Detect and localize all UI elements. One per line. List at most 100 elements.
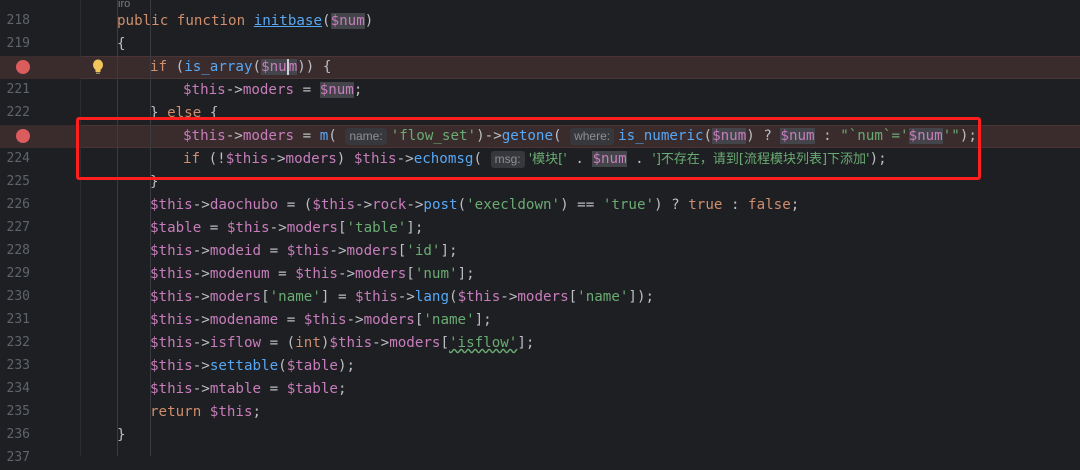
property: moders xyxy=(517,289,569,305)
variable: $table xyxy=(286,381,338,397)
string: 'id' xyxy=(406,243,441,259)
lightbulb-icon[interactable] xyxy=(92,59,104,75)
variable-cursor-b: m xyxy=(286,59,298,75)
function-call: is_array xyxy=(184,59,253,75)
line-number: 237 xyxy=(6,450,30,465)
code-editor[interactable]: iro 218 public function initbase($num) 2… xyxy=(0,0,1080,465)
code-line[interactable]: 221 $this->moders = $num; xyxy=(0,79,1080,102)
code-line[interactable]: 234 $this->mtable = $table; xyxy=(0,378,1080,401)
property: moders xyxy=(346,243,398,259)
function-call: settable xyxy=(209,358,279,374)
code-line[interactable]: 229 $this->modenum = $this->moders['num'… xyxy=(0,263,1080,286)
variable: $this xyxy=(286,243,330,259)
function-call: post xyxy=(423,197,458,213)
function-name: initbase xyxy=(253,13,323,29)
keyword: public xyxy=(117,13,169,29)
property: isflow xyxy=(209,335,262,351)
line-number: 225 xyxy=(6,174,30,189)
variable: $num xyxy=(319,82,354,98)
keyword: int xyxy=(295,335,321,351)
keyword: return xyxy=(150,404,202,420)
line-number: 218 xyxy=(6,13,30,28)
string: 'isflow' xyxy=(449,335,518,351)
line-number: 231 xyxy=(6,312,30,327)
variable: $this xyxy=(150,197,193,213)
breakpoint-icon[interactable] xyxy=(16,129,30,143)
property: rock xyxy=(372,197,407,213)
line-number: 221 xyxy=(6,82,30,97)
code-text: { xyxy=(117,36,126,52)
variable: $this xyxy=(183,82,226,98)
property: modename xyxy=(209,312,279,328)
variable-cursor-a: $nu xyxy=(261,59,287,75)
line-number: 236 xyxy=(6,427,30,442)
variable: $table xyxy=(150,220,202,236)
variable: $this xyxy=(150,243,193,259)
code-line-breakpoint[interactable]: 220 if (is_array($num)) { xyxy=(0,56,1080,79)
line-number: 227 xyxy=(6,220,30,235)
code-line[interactable]: 226 $this->daochubo = ($this->rock->post… xyxy=(0,194,1080,217)
variable: $table xyxy=(286,358,338,374)
keyword: if xyxy=(150,59,168,75)
keyword: true xyxy=(688,197,723,213)
line-number: 235 xyxy=(6,404,30,419)
code-line[interactable]: 227 $table = $this->moders['table']; xyxy=(0,217,1080,240)
variable: $this xyxy=(226,220,270,236)
line-number: 230 xyxy=(6,289,30,304)
variable: $this xyxy=(355,289,398,305)
variable: $this xyxy=(303,312,347,328)
variable: $this xyxy=(150,266,193,282)
variable: $this xyxy=(150,289,193,305)
code-line[interactable]: 231 $this->modename = $this->moders['nam… xyxy=(0,309,1080,332)
property: moders xyxy=(363,312,415,328)
variable: $this xyxy=(312,197,356,213)
code-line[interactable]: 232 $this->isflow = (int)$this->moders['… xyxy=(0,332,1080,355)
variable: $this xyxy=(150,358,193,374)
variable: $this xyxy=(150,335,193,351)
line-number: 233 xyxy=(6,358,30,373)
string: 'true' xyxy=(602,197,655,213)
line-number: 229 xyxy=(6,266,30,281)
keyword: function xyxy=(176,13,246,29)
line-number: 224 xyxy=(6,151,30,166)
line-number: 226 xyxy=(6,197,30,212)
code-line[interactable]: 228 $this->modeid = $this->moders['id']; xyxy=(0,240,1080,263)
property: mtable xyxy=(209,381,262,397)
property: daochubo xyxy=(209,197,279,213)
highlight-box xyxy=(76,117,981,180)
code-line[interactable]: 237 xyxy=(0,447,1080,470)
code-line[interactable]: 236 } xyxy=(0,424,1080,447)
parameter: $num xyxy=(330,13,365,29)
variable: $this xyxy=(150,381,193,397)
string: 'table' xyxy=(346,220,407,236)
breakpoint-icon[interactable] xyxy=(16,60,30,74)
variable: $this xyxy=(209,404,253,420)
code-line[interactable]: 233 $this->settable($table); xyxy=(0,355,1080,378)
variable: $this xyxy=(457,289,501,305)
property: modenum xyxy=(209,266,270,282)
string: 'name' xyxy=(577,289,629,305)
variable: $this xyxy=(329,335,373,351)
editor-annotation: iro xyxy=(118,0,131,10)
property: moders xyxy=(242,82,295,98)
string: 'name' xyxy=(423,312,475,328)
line-number: 219 xyxy=(6,36,30,51)
variable: $this xyxy=(295,266,338,282)
string: 'name' xyxy=(269,289,321,305)
function-call: lang xyxy=(414,289,450,305)
code-line[interactable]: 219 { xyxy=(0,33,1080,56)
line-number: 232 xyxy=(6,335,30,350)
code-line[interactable]: 235 return $this; xyxy=(0,401,1080,424)
line-number: 234 xyxy=(6,381,30,396)
line-number: 222 xyxy=(6,105,30,120)
property: moders xyxy=(355,266,407,282)
property: modeid xyxy=(209,243,262,259)
code-line[interactable]: 230 $this->moders['name'] = $this->lang(… xyxy=(0,286,1080,309)
keyword: false xyxy=(748,197,791,213)
property: moders xyxy=(286,220,338,236)
property: moders xyxy=(389,335,441,351)
code-line[interactable]: 218 public function initbase($num) xyxy=(0,10,1080,33)
property: moders xyxy=(209,289,262,305)
line-number: 228 xyxy=(6,243,30,258)
string: 'num' xyxy=(414,266,458,282)
